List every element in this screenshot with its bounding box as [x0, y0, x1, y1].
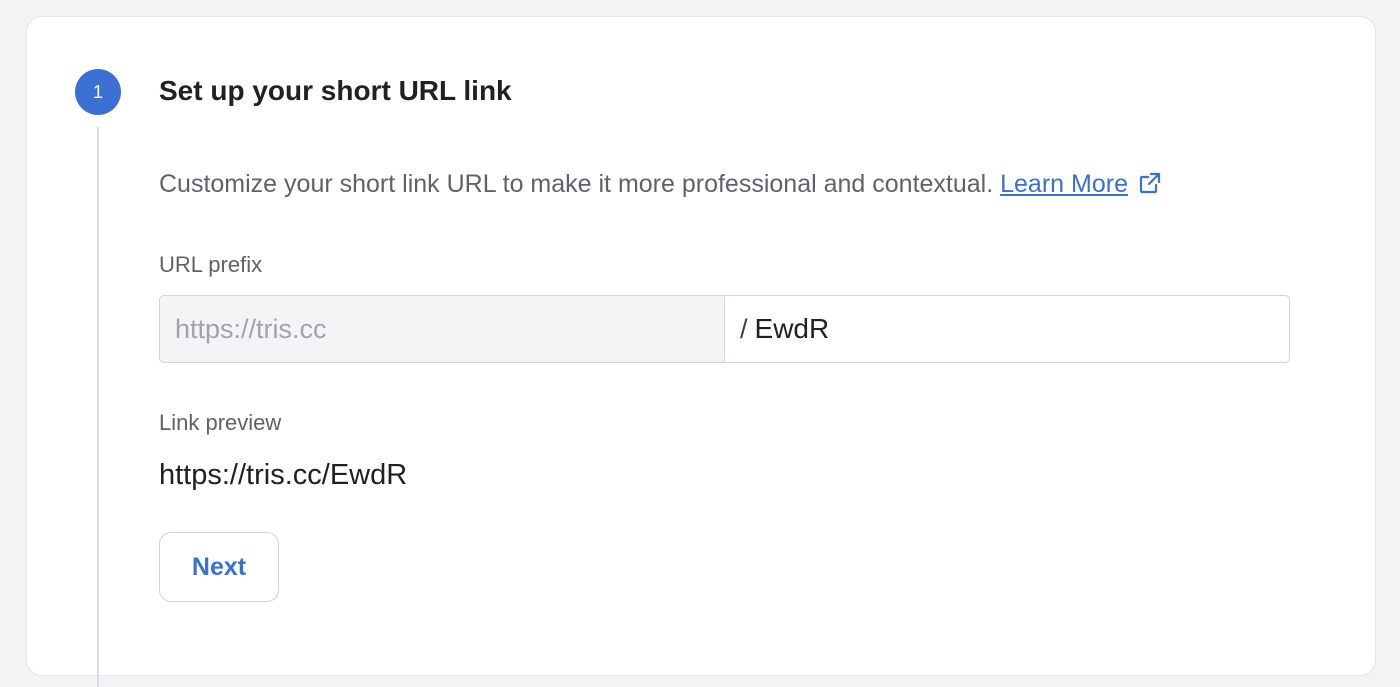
- step-description: Customize your short link URL to make it…: [159, 167, 1162, 204]
- link-preview-value: https://tris.cc/EwdR: [159, 459, 408, 491]
- url-prefix-label: URL prefix: [159, 252, 263, 277]
- external-link-icon[interactable]: [1138, 170, 1162, 204]
- url-separator: /: [740, 313, 748, 344]
- link-preview-label: Link preview: [159, 410, 282, 435]
- step-title: Set up your short URL link: [159, 75, 512, 106]
- next-button[interactable]: Next: [159, 532, 279, 602]
- setup-card: 1 Set up your short URL link Customize y…: [26, 16, 1376, 687]
- step-number: 1: [92, 81, 103, 102]
- step-number-badge: 1: [75, 69, 121, 115]
- url-suffix-field[interactable]: /: [724, 295, 1290, 363]
- description-text: Customize your short link URL to make it…: [159, 170, 994, 198]
- url-suffix-input[interactable]: [754, 313, 1235, 345]
- learn-more-link[interactable]: Learn More: [1000, 170, 1128, 198]
- url-prefix-field: https://tris.cc: [159, 295, 725, 363]
- step-connector-line: [97, 127, 99, 687]
